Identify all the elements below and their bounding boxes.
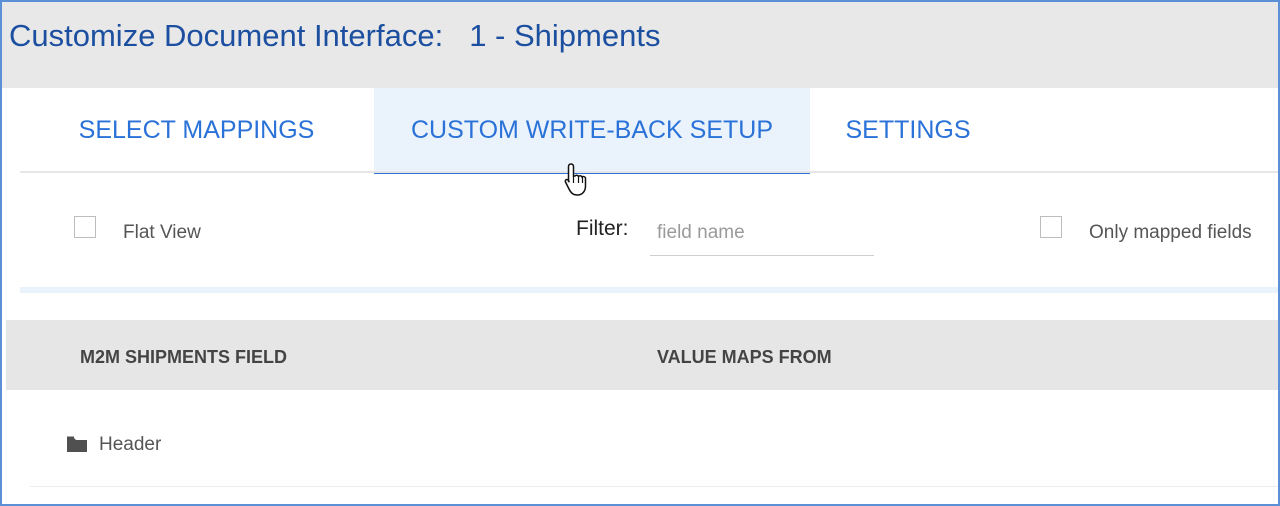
- only-mapped-fields-label: Only mapped fields: [1089, 222, 1252, 243]
- title-bar: Customize Document Interface: 1 - Shipmen…: [2, 2, 1278, 88]
- folder-icon: [67, 436, 87, 452]
- tab-select-mappings[interactable]: SELECT MAPPINGS: [20, 88, 373, 173]
- grid-header: M2M SHIPMENTS FIELD VALUE MAPS FROM: [6, 320, 1278, 390]
- flat-view-label: Flat View: [123, 222, 201, 243]
- page-title: Customize Document Interface: 1 - Shipmen…: [9, 18, 660, 54]
- document-name: 1 - Shipments: [469, 18, 661, 53]
- column-header-m2m-shipments-field[interactable]: M2M SHIPMENTS FIELD: [80, 347, 287, 368]
- tab-label: CUSTOM WRITE-BACK SETUP: [410, 116, 774, 144]
- tab-bar: SELECT MAPPINGS CUSTOM WRITE-BACK SETUP …: [20, 88, 1278, 174]
- tree-row-header[interactable]: Header: [30, 400, 1278, 487]
- column-header-value-maps-from[interactable]: VALUE MAPS FROM: [657, 347, 832, 368]
- only-mapped-fields-checkbox[interactable]: [1040, 216, 1062, 238]
- filter-input[interactable]: [650, 210, 874, 256]
- flat-view-checkbox[interactable]: [74, 216, 96, 238]
- tab-settings[interactable]: SETTINGS: [823, 88, 993, 173]
- tree-row-label: Header: [99, 434, 162, 455]
- filter-label: Filter:: [576, 217, 629, 240]
- toolbar-separator: [20, 287, 1278, 293]
- tab-label: SETTINGS: [845, 116, 971, 144]
- title-text: Customize Document Interface:: [9, 18, 444, 53]
- dialog-window: Customize Document Interface: 1 - Shipmen…: [0, 0, 1280, 506]
- tab-divider: [20, 171, 1278, 173]
- tab-label: SELECT MAPPINGS: [78, 116, 315, 144]
- tab-custom-write-back-setup[interactable]: CUSTOM WRITE-BACK SETUP: [374, 88, 810, 174]
- hand-pointer-icon: [564, 163, 587, 196]
